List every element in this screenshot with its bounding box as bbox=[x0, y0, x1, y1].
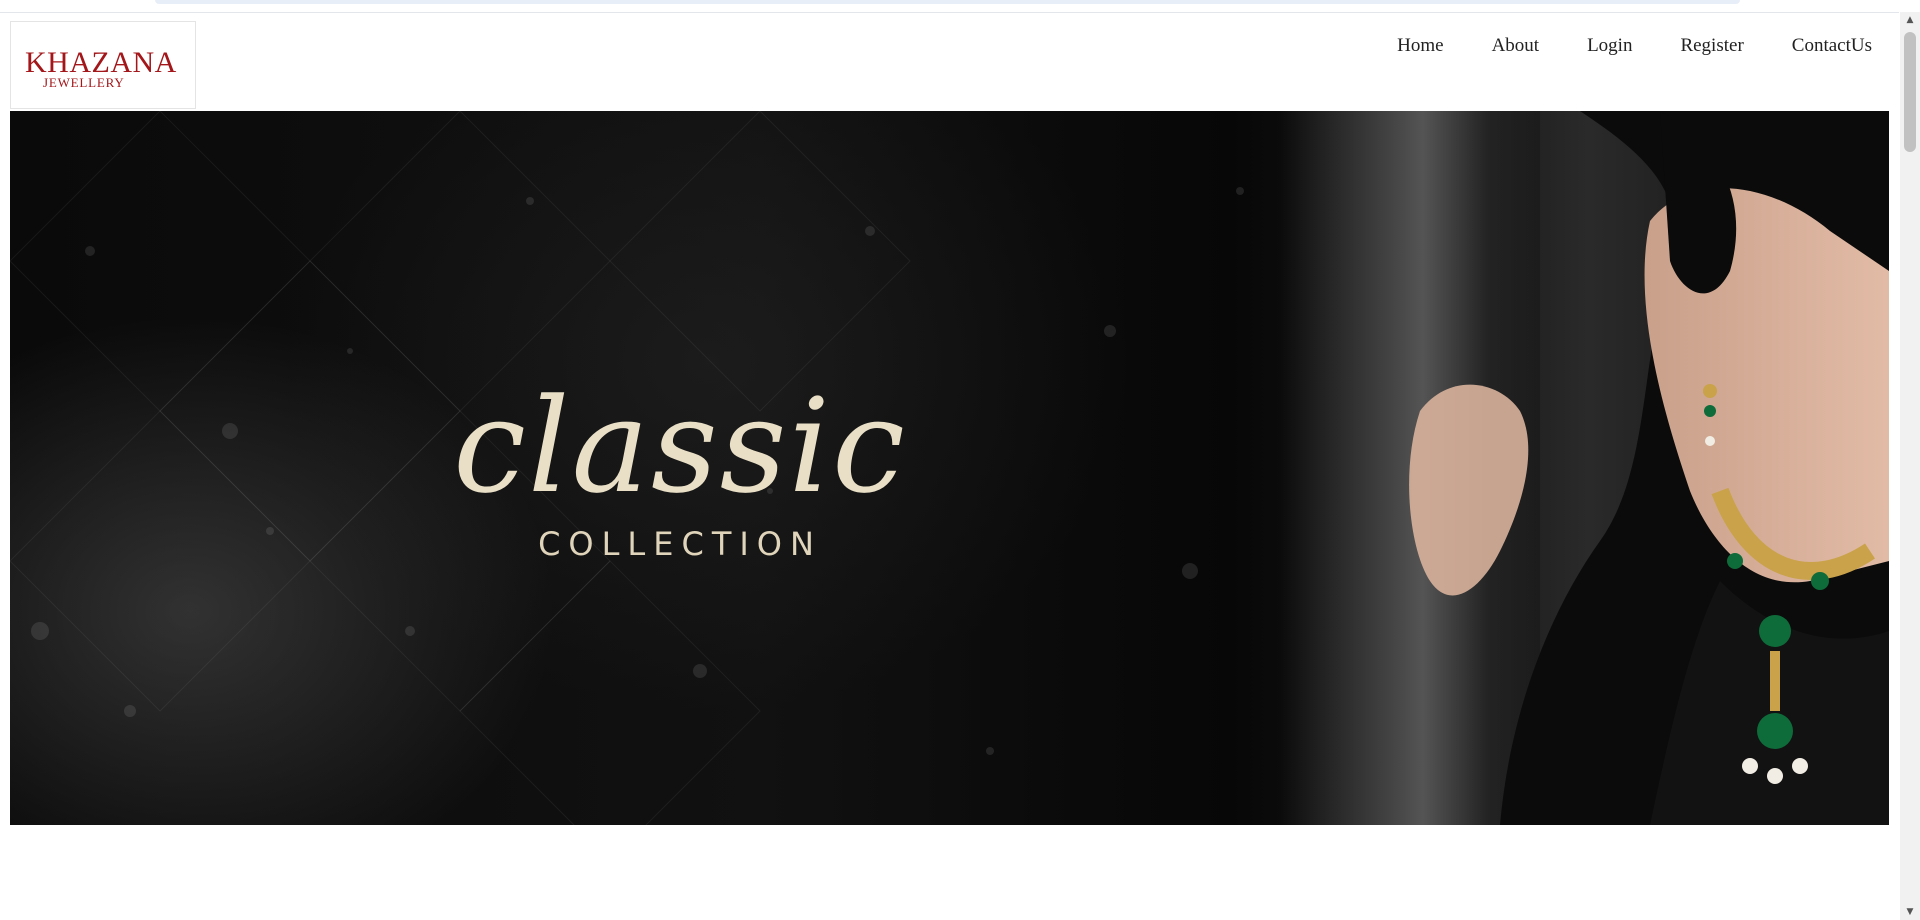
hero-subtitle: COLLECTION bbox=[538, 525, 822, 563]
model-with-necklace-image bbox=[1409, 111, 1889, 825]
hero-title: classic bbox=[453, 370, 907, 522]
nav-login-link[interactable]: Login bbox=[1587, 30, 1632, 64]
hero-banner: classic COLLECTION bbox=[10, 111, 1889, 825]
nav-contactus-link[interactable]: ContactUs bbox=[1792, 30, 1872, 64]
top-bar-accent bbox=[155, 0, 1740, 4]
hero-headline: classic COLLECTION bbox=[430, 371, 930, 563]
scroll-down-icon[interactable]: ▼ bbox=[1904, 906, 1916, 918]
scroll-up-icon[interactable]: ▲ bbox=[1904, 14, 1916, 26]
nav-register-link[interactable]: Register bbox=[1680, 30, 1743, 64]
scroll-thumb[interactable] bbox=[1904, 32, 1916, 152]
nav-about-link[interactable]: About bbox=[1492, 30, 1540, 64]
main-nav: Home About Login Register ContactUs bbox=[1349, 30, 1872, 64]
browser-top-strip bbox=[0, 0, 1899, 13]
site-logo: KHAZANA JEWELLERY bbox=[25, 46, 185, 90]
site-logo-link[interactable]: KHAZANA JEWELLERY bbox=[10, 21, 196, 109]
logo-subtitle: JEWELLERY bbox=[43, 75, 125, 90]
nav-home-link[interactable]: Home bbox=[1397, 30, 1443, 64]
page-scrollbar[interactable]: ▲ ▼ bbox=[1900, 12, 1920, 920]
